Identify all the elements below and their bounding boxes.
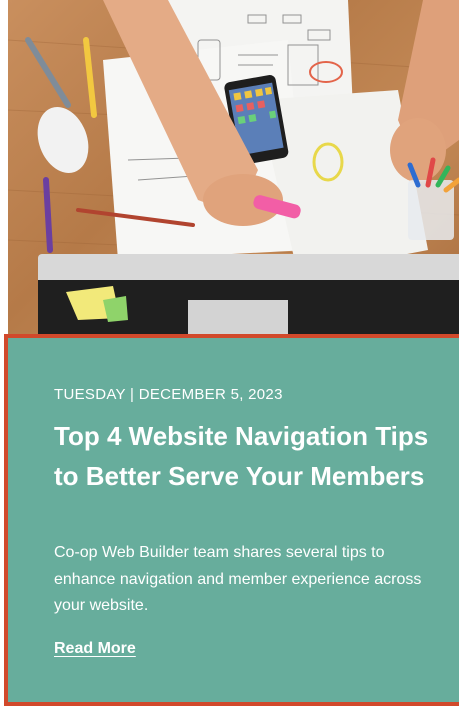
- desk-photo-illustration: [8, 0, 459, 336]
- post-date: TUESDAY | DECEMBER 5, 2023: [54, 386, 283, 403]
- post-title[interactable]: Top 4 Website Navigation Tips to Better …: [54, 416, 444, 496]
- read-more-link[interactable]: Read More: [54, 640, 136, 658]
- post-excerpt: Co-op Web Builder team shares several ti…: [54, 544, 422, 614]
- blog-post-card: TUESDAY | DECEMBER 5, 2023 Top 4 Website…: [0, 0, 459, 706]
- post-featured-image[interactable]: [8, 0, 459, 336]
- post-summary-panel: TUESDAY | DECEMBER 5, 2023 Top 4 Website…: [4, 334, 459, 706]
